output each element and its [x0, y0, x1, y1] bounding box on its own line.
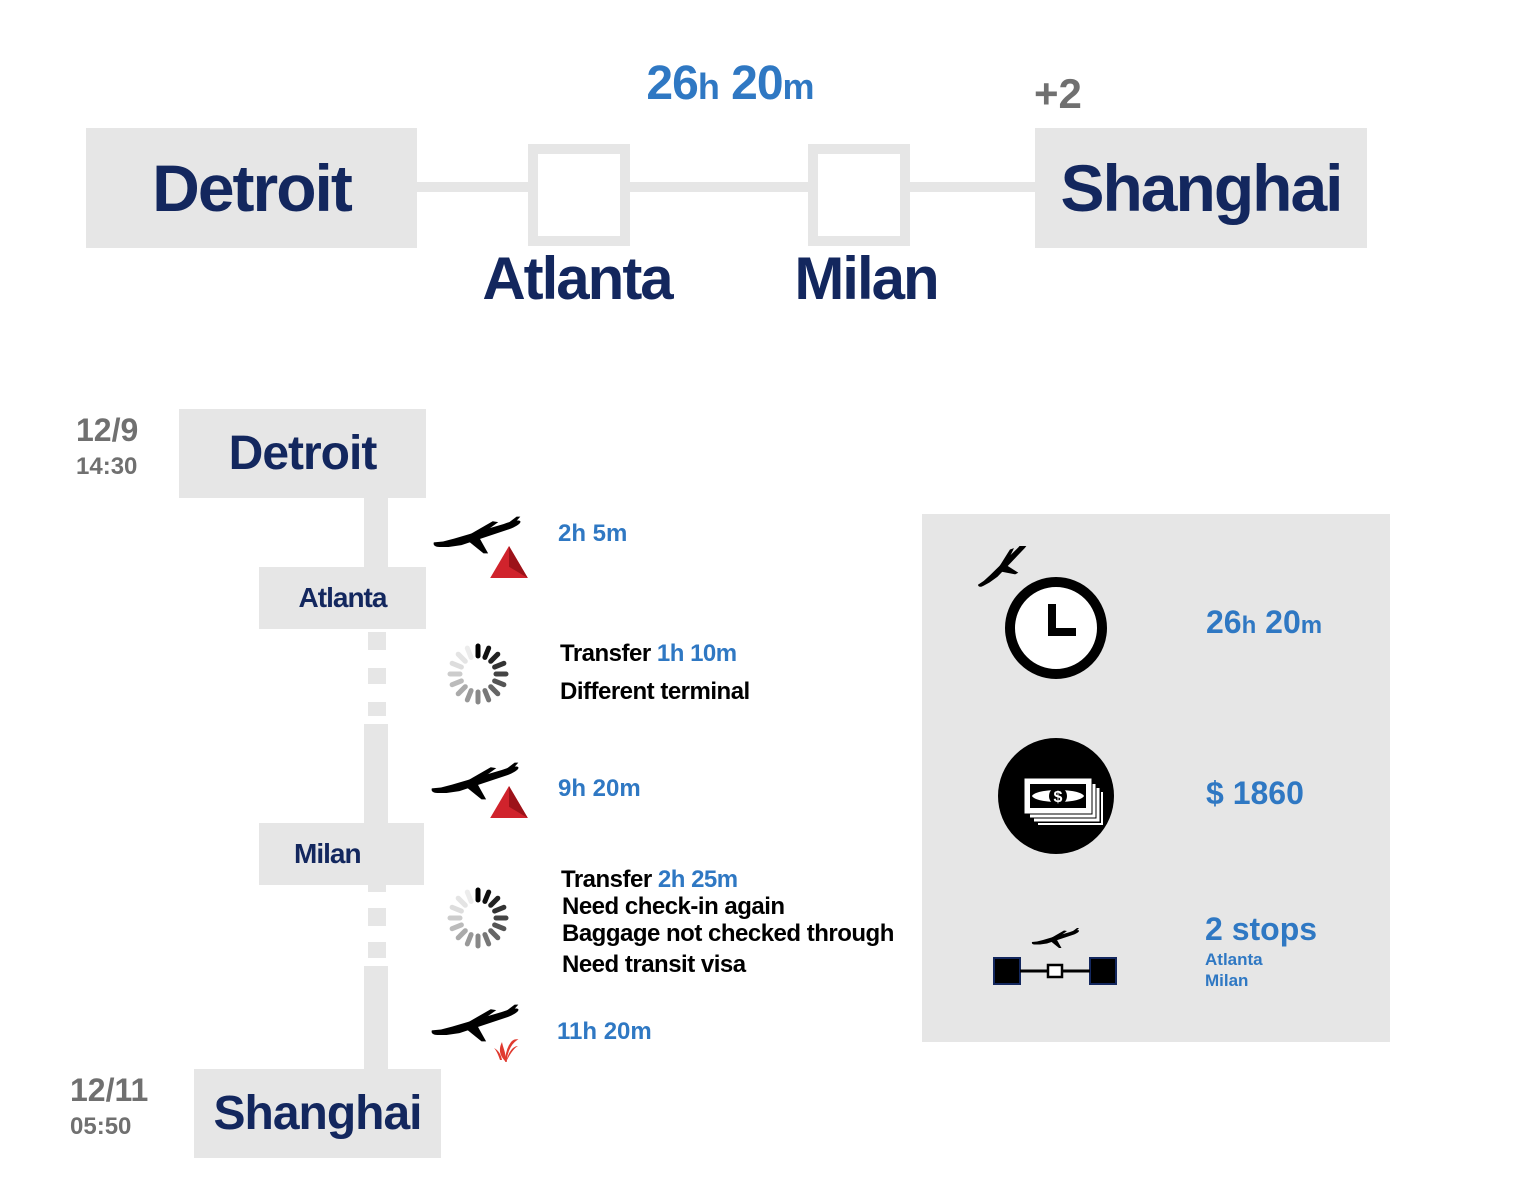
leg-3-duration: 11h 20m: [557, 1018, 652, 1045]
plane-clock-icon: [968, 546, 1107, 679]
minutes-unit: m: [782, 66, 815, 107]
summary-duration: 26h 20m: [1206, 604, 1322, 641]
summary-minutes: 20: [1265, 604, 1301, 640]
stop-label-milan: Milan: [794, 245, 939, 312]
stop-box-milan: Milan: [259, 823, 424, 885]
arrival-time: 05:50: [70, 1113, 132, 1140]
stop-city-milan: Milan: [294, 838, 362, 869]
air-china-logo-icon: [494, 1039, 519, 1063]
timeline-line-segment: [364, 724, 388, 824]
transfer-spinner-icon: [446, 642, 510, 706]
departure-time: 14:30: [76, 453, 138, 480]
stops-route-icon: [993, 928, 1117, 985]
destination-city: Shanghai: [1060, 151, 1343, 225]
itinerary-timeline: 12/9 14:30 Detroit 2h 5m Atlanta Transfe…: [0, 400, 920, 1202]
transfer-2-note: Need transit visa: [562, 951, 746, 978]
origin-box: Detroit: [86, 128, 417, 248]
timeline-dash: [368, 942, 386, 958]
flight-leg-2: [430, 762, 530, 828]
summary-hours-unit: h: [1241, 612, 1257, 639]
transfer-1-duration: 1h 10m: [656, 640, 737, 667]
timeline-dash: [368, 668, 386, 684]
stop-label-atlanta: Atlanta: [482, 245, 673, 312]
timeline-dash: [368, 884, 386, 892]
transfer-2-note: Need check-in again: [562, 893, 785, 920]
money-icon: $: [998, 738, 1114, 854]
transfer-spinner-icon: [446, 886, 510, 950]
stop-city-atlanta: Atlanta: [298, 582, 388, 613]
leg-2-duration: 9h 20m: [558, 775, 641, 802]
flight-leg-1: [432, 516, 532, 582]
summary-minutes-unit: m: [1300, 612, 1323, 639]
arrival-city-box: Shanghai: [194, 1069, 441, 1158]
destination-box: Shanghai: [1035, 128, 1367, 248]
stop-marker-atlanta: [528, 144, 630, 246]
departure-city: Detroit: [228, 427, 378, 480]
summary-stops-count: 2 stops: [1205, 911, 1318, 947]
total-hours: 26: [646, 57, 698, 110]
leg-1-duration: 2h 5m: [558, 520, 628, 547]
flight-leg-3: [430, 1004, 530, 1066]
transfer-2-header: Transfer 2h 25m: [561, 866, 738, 894]
route-line: [414, 182, 1038, 192]
summary-stop-name: Milan: [1205, 971, 1249, 990]
delta-logo-icon: [490, 786, 528, 818]
timeline-dash: [368, 632, 386, 650]
arrival-date: 12/11: [70, 1072, 149, 1108]
delta-logo-icon: [490, 546, 528, 578]
timeline-line-segment: [364, 966, 388, 1070]
transfer-1-label: Transfer: [560, 640, 651, 667]
transfer-1-header: Transfer 1h 10m: [560, 640, 737, 668]
stop-box-atlanta: Atlanta: [259, 567, 426, 629]
timeline-dash: [368, 702, 386, 716]
departure-date: 12/9: [76, 412, 139, 448]
summary-hours: 26: [1206, 604, 1242, 640]
total-duration: 26h 20m: [560, 56, 900, 111]
summary-price: $ 1860: [1206, 775, 1304, 811]
hours-unit: h: [697, 66, 720, 107]
stop-marker-milan: [808, 144, 910, 246]
summary-stop-name: Atlanta: [1205, 950, 1263, 969]
total-minutes: 20: [731, 57, 783, 110]
transfer-2-label: Transfer: [561, 866, 652, 893]
timeline-dash: [368, 908, 386, 926]
origin-city: Detroit: [152, 151, 353, 225]
timeline-line-segment: [364, 496, 388, 568]
svg-text:$: $: [1054, 789, 1063, 806]
transfer-2-duration: 2h 25m: [657, 866, 738, 893]
departure-city-box: Detroit: [179, 409, 426, 498]
summary-panel: 26h 20m $ $ 1860 2 stops Atlanta Milan: [922, 514, 1390, 1042]
transfer-2-note: Baggage not checked through: [562, 920, 894, 947]
arrival-city: Shanghai: [213, 1087, 422, 1140]
route-summary: 26h 20m +2 Detroit Shanghai Atlanta Mila…: [0, 0, 1516, 330]
transfer-1-note: Different terminal: [560, 678, 750, 705]
day-offset: +2: [1034, 70, 1082, 117]
